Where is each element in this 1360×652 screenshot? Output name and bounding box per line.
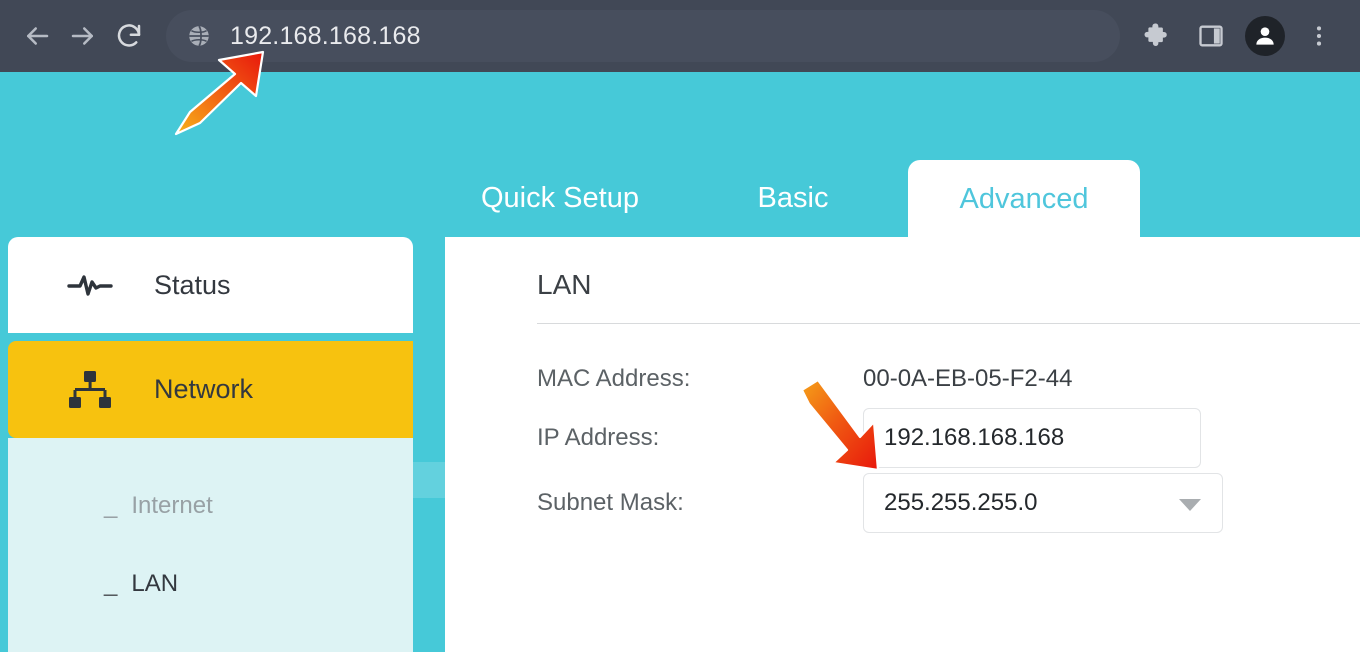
network-tree-icon [54,370,126,409]
submenu-dash-icon: _ [104,570,118,597]
extensions-button[interactable] [1130,13,1184,59]
form-row-ip-address: IP Address: [537,407,1360,469]
sidebar-item-network[interactable]: Network [8,341,413,438]
sidebar-subitem-internet-label: Internet [131,492,213,519]
tab-quick-setup-label: Quick Setup [481,182,639,214]
section-divider [537,323,1360,324]
sidebar-item-status-label: Status [154,269,231,300]
subnet-mask-label: Subnet Mask: [537,489,684,516]
puzzle-piece-icon [1142,21,1172,51]
subnet-mask-select-value-box[interactable]: 255.255.255.0 [863,473,1223,533]
reload-icon [114,21,144,51]
tab-strip: Quick Setup Basic Advanced [0,72,1360,238]
sidebar: Status Network _ Internet _ LAN [8,237,413,652]
mac-address-label: MAC Address: [537,365,691,392]
decor-block-2 [413,462,447,498]
back-arrow-icon [22,21,52,51]
browser-toolbar: 192.168.168.168 [0,0,1360,72]
tab-advanced[interactable]: Advanced [908,160,1140,238]
back-button[interactable] [14,13,60,59]
three-dot-menu-icon [1306,23,1332,49]
reload-button[interactable] [106,13,152,59]
forward-arrow-icon [68,21,98,51]
sidebar-item-network-label: Network [154,374,254,404]
profile-button[interactable] [1238,13,1292,59]
tab-advanced-label: Advanced [959,182,1089,215]
ip-address-input[interactable] [863,408,1201,468]
form-row-mac-address: MAC Address: 00-0A-EB-05-F2-44 [537,361,1360,397]
sidebar-item-status[interactable]: Status [8,237,413,333]
sidebar-submenu: _ Internet _ LAN [8,438,413,652]
content-panel: LAN MAC Address: 00-0A-EB-05-F2-44 IP Ad… [445,237,1360,652]
pulse-icon [54,269,126,301]
form-row-subnet-mask: Subnet Mask: 255.255.255.0 [537,472,1360,534]
tab-basic-label: Basic [757,182,829,214]
tab-basic[interactable]: Basic [700,160,886,237]
side-panel-icon [1197,22,1225,50]
sidebar-subitem-lan-label: LAN [131,570,179,597]
address-bar-text[interactable]: 192.168.168.168 [230,22,421,51]
sidebar-subitem-lan[interactable]: _ LAN [104,570,178,598]
address-bar[interactable]: 192.168.168.168 [166,10,1120,62]
browser-menu-button[interactable] [1292,13,1346,59]
globe-icon [184,21,214,51]
ip-address-label: IP Address: [537,424,660,451]
forward-button[interactable] [60,13,106,59]
browser-action-group [1130,13,1346,59]
router-admin-page: Quick Setup Basic Advanced Status Networ… [0,72,1360,652]
sidebar-subitem-internet[interactable]: _ Internet [104,492,213,520]
profile-avatar-icon [1245,16,1285,56]
subnet-mask-select[interactable]: 255.255.255.0 [863,473,1223,533]
tab-quick-setup[interactable]: Quick Setup [442,160,678,237]
subnet-mask-value: 255.255.255.0 [884,489,1038,516]
side-panel-button[interactable] [1184,13,1238,59]
mac-address-value: 00-0A-EB-05-F2-44 [863,365,1073,392]
content-inner: LAN MAC Address: 00-0A-EB-05-F2-44 IP Ad… [537,237,1360,652]
page-title: LAN [537,269,592,300]
chevron-down-icon[interactable] [1179,499,1201,511]
submenu-dash-icon: _ [104,492,118,519]
